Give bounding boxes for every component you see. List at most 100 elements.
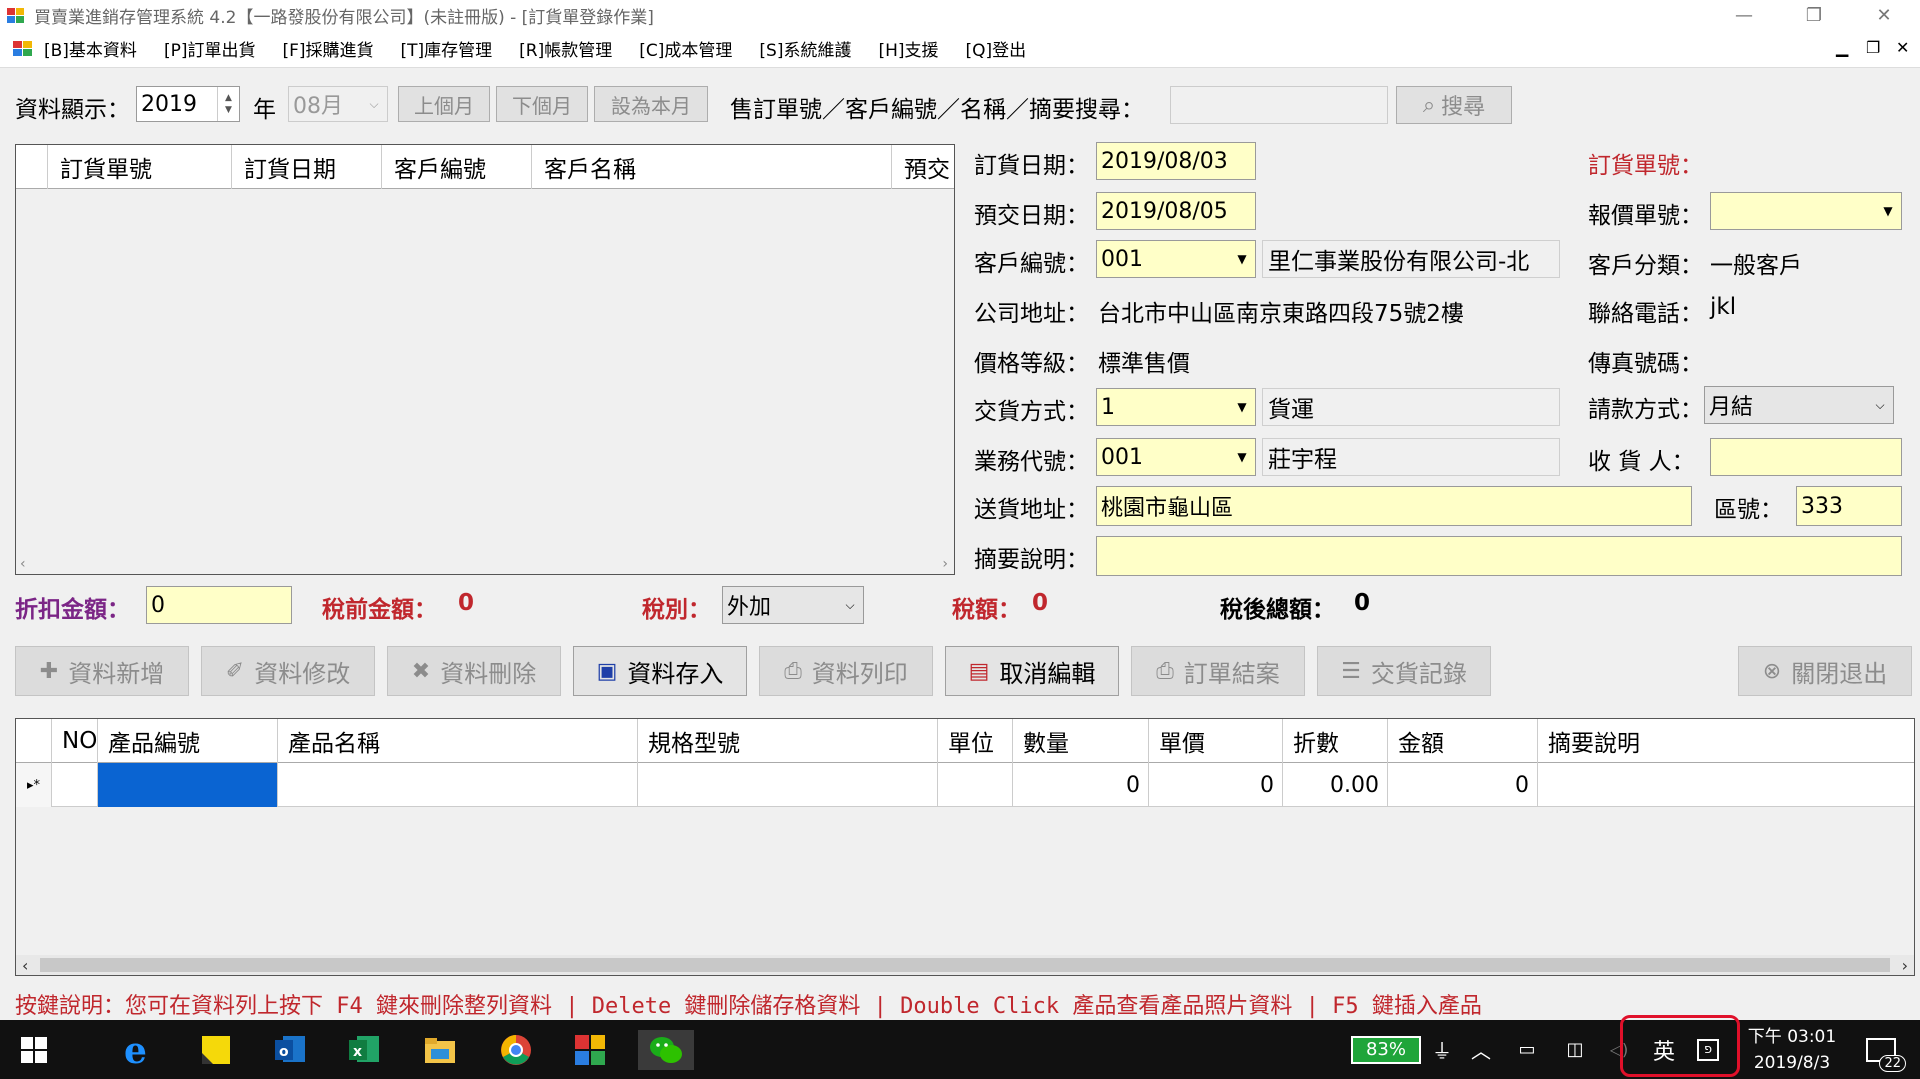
- device-icon[interactable]: ▭: [1510, 1020, 1544, 1079]
- chevron-up-icon[interactable]: ︿: [1466, 1020, 1496, 1079]
- quote-no-combo[interactable]: ▼: [1710, 192, 1902, 230]
- scrollbar-thumb[interactable]: [40, 958, 1890, 972]
- cell-product-name[interactable]: [278, 763, 638, 807]
- menu-accounts[interactable]: [R]帳款管理: [519, 36, 612, 61]
- minimize-button[interactable]: —: [1716, 0, 1772, 30]
- col-no[interactable]: NO: [52, 719, 98, 763]
- add-record-button[interactable]: ✚ 資料新增: [15, 646, 189, 696]
- this-month-button[interactable]: 設為本月: [594, 86, 708, 122]
- order-detail-grid[interactable]: NO 產品編號 產品名稱 規格型號 單位 數量 單價 折數 金額 摘要說明 ▸*…: [15, 718, 1915, 976]
- next-month-button[interactable]: 下個月: [496, 86, 588, 122]
- scroll-left-icon[interactable]: ‹: [20, 556, 26, 572]
- col-qty[interactable]: 數量: [1013, 719, 1149, 763]
- discount-input[interactable]: 0: [146, 586, 292, 624]
- sticky-notes-icon[interactable]: [196, 1030, 236, 1070]
- zip-input[interactable]: 333: [1796, 486, 1902, 526]
- ship-address-input[interactable]: 桃園市龜山區: [1096, 486, 1692, 526]
- clock[interactable]: 下午 03:01 2019/8/3: [1744, 1020, 1840, 1079]
- col-discount[interactable]: 折數: [1283, 719, 1388, 763]
- exit-button[interactable]: ⊗ 關閉退出: [1738, 646, 1912, 696]
- windows-start-icon[interactable]: [14, 1030, 54, 1070]
- table-row[interactable]: ▸* 0 0 0.00 0: [16, 763, 1914, 807]
- mdi-close-button[interactable]: ✕: [1896, 38, 1909, 57]
- col-order-date[interactable]: 訂貨日期: [232, 145, 382, 189]
- cell-no[interactable]: [52, 763, 98, 807]
- dropdown-arrow-icon[interactable]: ▼: [1229, 389, 1255, 425]
- wechat-icon[interactable]: [638, 1030, 694, 1070]
- scroll-right-icon[interactable]: ›: [942, 556, 948, 572]
- menu-support[interactable]: [H]支援: [878, 36, 938, 61]
- cell-product-id[interactable]: [98, 763, 278, 807]
- detail-horizontal-scrollbar[interactable]: ‹ ›: [16, 955, 1914, 975]
- menu-inventory[interactable]: [T]庫存管理: [401, 36, 493, 61]
- menu-basic-data[interactable]: [B]基本資料: [44, 36, 137, 61]
- delivery-method-combo[interactable]: 1 ▼: [1096, 388, 1256, 426]
- scroll-right-icon[interactable]: ›: [1902, 956, 1908, 975]
- billing-select[interactable]: 月結 ⌵: [1704, 386, 1894, 424]
- list-horizontal-scrollbar[interactable]: ‹ ›: [16, 554, 954, 574]
- battery-indicator[interactable]: 83%: [1348, 1020, 1424, 1079]
- year-spinner[interactable]: 2019 ▲ ▼: [136, 86, 240, 122]
- dropdown-arrow-icon[interactable]: ▼: [1875, 193, 1901, 229]
- cell-memo[interactable]: [1538, 763, 1914, 807]
- scroll-left-icon[interactable]: ‹: [22, 956, 28, 975]
- search-input[interactable]: [1170, 86, 1388, 124]
- menu-purchasing[interactable]: [F]採購進貨: [282, 36, 373, 61]
- cell-amount[interactable]: 0: [1388, 763, 1538, 807]
- order-list-grid[interactable]: 訂貨單號 訂貨日期 客戶編號 客戶名稱 預交 ‹ ›: [15, 144, 955, 575]
- file-explorer-icon[interactable]: [420, 1030, 460, 1070]
- col-price[interactable]: 單價: [1149, 719, 1283, 763]
- month-select[interactable]: 08月 ⌵: [288, 86, 388, 122]
- tax-type-select[interactable]: 外加 ⌵: [722, 586, 864, 624]
- menu-cost[interactable]: [C]成本管理: [639, 36, 732, 61]
- due-date-input[interactable]: 2019/08/05: [1096, 192, 1256, 230]
- inventory-app-icon[interactable]: [570, 1030, 610, 1070]
- col-amount[interactable]: 金額: [1388, 719, 1538, 763]
- col-customer-name[interactable]: 客戶名稱: [532, 145, 892, 189]
- save-record-label: 資料存入: [627, 659, 724, 688]
- memo-input[interactable]: [1096, 536, 1902, 576]
- delivery-log-button[interactable]: ☰ 交貨記錄: [1317, 646, 1491, 696]
- receiver-input[interactable]: [1710, 438, 1902, 476]
- col-customer-id[interactable]: 客戶編號: [382, 145, 532, 189]
- menu-orders[interactable]: [P]訂單出貨: [164, 36, 256, 61]
- mdi-restore-button[interactable]: ❐: [1866, 38, 1880, 57]
- dropdown-arrow-icon[interactable]: ▼: [1229, 439, 1255, 475]
- delete-record-button[interactable]: ✖ 資料刪除: [387, 646, 561, 696]
- print-record-button[interactable]: ⎙ 資料列印: [759, 646, 933, 696]
- cell-price[interactable]: 0: [1149, 763, 1283, 807]
- search-button[interactable]: ⌕ 搜尋: [1396, 86, 1512, 124]
- edit-record-button[interactable]: ✐ 資料修改: [201, 646, 375, 696]
- excel-icon[interactable]: x: [344, 1030, 384, 1070]
- cell-qty[interactable]: 0: [1013, 763, 1149, 807]
- col-unit[interactable]: 單位: [938, 719, 1013, 763]
- col-order-no[interactable]: 訂貨單號: [48, 145, 232, 189]
- col-product-id[interactable]: 產品編號: [98, 719, 278, 763]
- network-icon[interactable]: ◫: [1558, 1020, 1592, 1079]
- outlook-icon[interactable]: o: [270, 1030, 310, 1070]
- customer-id-combo[interactable]: 001 ▼: [1096, 240, 1256, 278]
- cancel-edit-button[interactable]: ▤ 取消編輯: [945, 646, 1119, 696]
- mdi-minimize-button[interactable]: ▁: [1836, 38, 1848, 57]
- close-order-button[interactable]: ⎙ 訂單結案: [1131, 646, 1305, 696]
- restore-button[interactable]: ❐: [1786, 0, 1842, 30]
- chrome-icon[interactable]: [496, 1030, 536, 1070]
- dropdown-arrow-icon[interactable]: ▼: [1229, 241, 1255, 277]
- col-due[interactable]: 預交: [892, 145, 952, 189]
- sales-id-combo[interactable]: 001 ▼: [1096, 438, 1256, 476]
- col-spec[interactable]: 規格型號: [638, 719, 938, 763]
- save-record-button[interactable]: ▣ 資料存入: [573, 646, 747, 696]
- order-date-input[interactable]: 2019/08/03: [1096, 142, 1256, 180]
- cell-discount[interactable]: 0.00: [1283, 763, 1388, 807]
- cell-spec[interactable]: [638, 763, 938, 807]
- prev-month-button[interactable]: 上個月: [398, 86, 490, 122]
- menu-system[interactable]: [S]系統維護: [759, 36, 851, 61]
- close-button[interactable]: ✕: [1856, 0, 1912, 30]
- internet-explorer-icon[interactable]: e: [118, 1030, 158, 1070]
- col-memo[interactable]: 摘要說明: [1538, 719, 1914, 763]
- menu-logout[interactable]: [Q]登出: [966, 36, 1027, 61]
- notification-center-icon[interactable]: 22: [1856, 1020, 1906, 1079]
- col-product-name[interactable]: 產品名稱: [278, 719, 638, 763]
- spinner-arrows-icon[interactable]: ▲ ▼: [217, 87, 239, 121]
- cell-unit[interactable]: [938, 763, 1013, 807]
